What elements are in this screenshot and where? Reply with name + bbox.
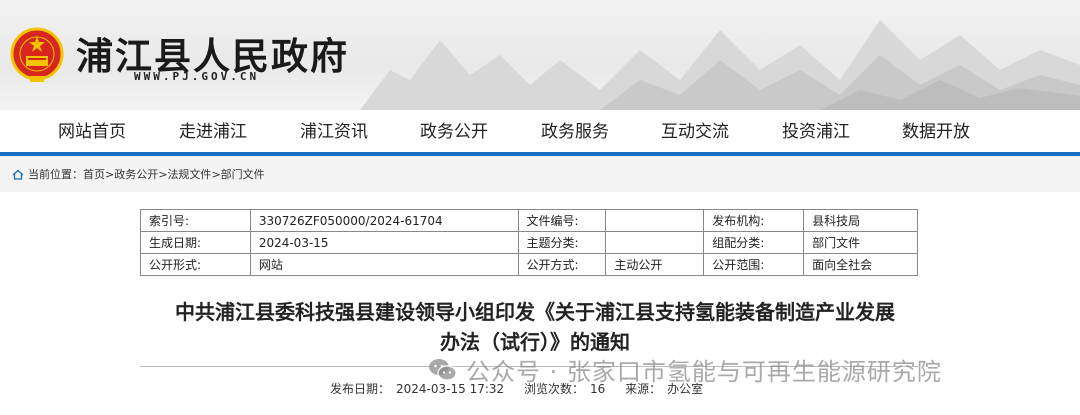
nav-item-invest[interactable]: 投资浦江	[782, 110, 850, 154]
group-category-value: 部门文件	[803, 231, 918, 254]
article-title: 中共浦江县委科技强县建设领导小组印发《关于浦江县支持氢能装备制造产业发展 办法（…	[140, 297, 930, 357]
nav-item-about[interactable]: 走进浦江	[179, 110, 247, 154]
nav-item-gov-info[interactable]: 政务公开	[420, 110, 488, 154]
breadcrumb-sep: >	[105, 167, 115, 181]
publisher-label: 发布机构:	[703, 209, 805, 232]
nav-item-open-data[interactable]: 数据开放	[902, 110, 970, 154]
watermark-text: 公众号 · 张家口市氢能与可再生能源研究院	[466, 358, 942, 386]
nav-item-news[interactable]: 浦江资讯	[300, 110, 368, 154]
table-row: 索引号: 330726ZF050000/2024-61704 文件编号: 发布机…	[140, 209, 918, 232]
disclosure-form-value: 网站	[249, 253, 519, 276]
document-info-table: 索引号: 330726ZF050000/2024-61704 文件编号: 发布机…	[140, 209, 918, 276]
file-number-label: 文件编号:	[517, 209, 607, 232]
national-emblem-icon	[10, 27, 64, 82]
site-url: WWW.PJ.GOV.CN	[134, 70, 260, 83]
wechat-watermark: 公众号 · 张家口市氢能与可再生能源研究院	[428, 352, 942, 387]
disclosure-method-label: 公开方式:	[517, 253, 607, 276]
nav-item-gov-services[interactable]: 政务服务	[541, 110, 609, 154]
breadcrumb-sep: >	[158, 167, 168, 181]
created-date-value: 2024-03-15	[249, 231, 519, 254]
wechat-icon	[429, 358, 457, 381]
breadcrumb: 当前位置： 首页 > 政务公开 > 法规文件 > 部门文件	[12, 166, 265, 182]
index-number-label: 索引号:	[140, 209, 251, 232]
publisher-value: 县科技局	[803, 209, 918, 232]
publish-date-label: 发布日期：	[330, 382, 391, 396]
nav-item-interaction[interactable]: 互动交流	[661, 110, 729, 154]
disclosure-method-value: 主动公开	[605, 253, 705, 276]
disclosure-scope-label: 公开范围:	[703, 253, 805, 276]
table-row: 生成日期: 2024-03-15 主题分类: 组配分类: 部门文件	[140, 231, 918, 254]
article-title-line-1: 中共浦江县委科技强县建设领导小组印发《关于浦江县支持氢能装备制造产业发展	[175, 300, 895, 324]
index-number-value: 330726ZF050000/2024-61704	[249, 209, 519, 232]
topic-category-label: 主题分类:	[517, 231, 607, 254]
nav-item-home[interactable]: 网站首页	[58, 110, 126, 154]
breadcrumb-home[interactable]: 首页	[83, 166, 105, 182]
table-row: 公开形式: 网站 公开方式: 主动公开 公开范围: 面向全社会	[140, 253, 918, 276]
topic-category-value	[605, 231, 705, 254]
breadcrumb-dept-docs[interactable]: 部门文件	[221, 166, 265, 182]
header-banner: 浦江县人民政府 WWW.PJ.GOV.CN	[0, 0, 1080, 110]
disclosure-scope-value: 面向全社会	[803, 253, 918, 276]
home-icon	[12, 169, 24, 180]
breadcrumb-prefix: 当前位置：	[28, 168, 83, 181]
created-date-label: 生成日期:	[140, 231, 251, 254]
disclosure-form-label: 公开形式:	[140, 253, 251, 276]
file-number-value	[605, 209, 705, 232]
group-category-label: 组配分类:	[703, 231, 805, 254]
breadcrumb-gov-info[interactable]: 政务公开	[114, 166, 158, 182]
breadcrumb-sep: >	[211, 167, 221, 181]
breadcrumb-regulations[interactable]: 法规文件	[167, 166, 211, 182]
